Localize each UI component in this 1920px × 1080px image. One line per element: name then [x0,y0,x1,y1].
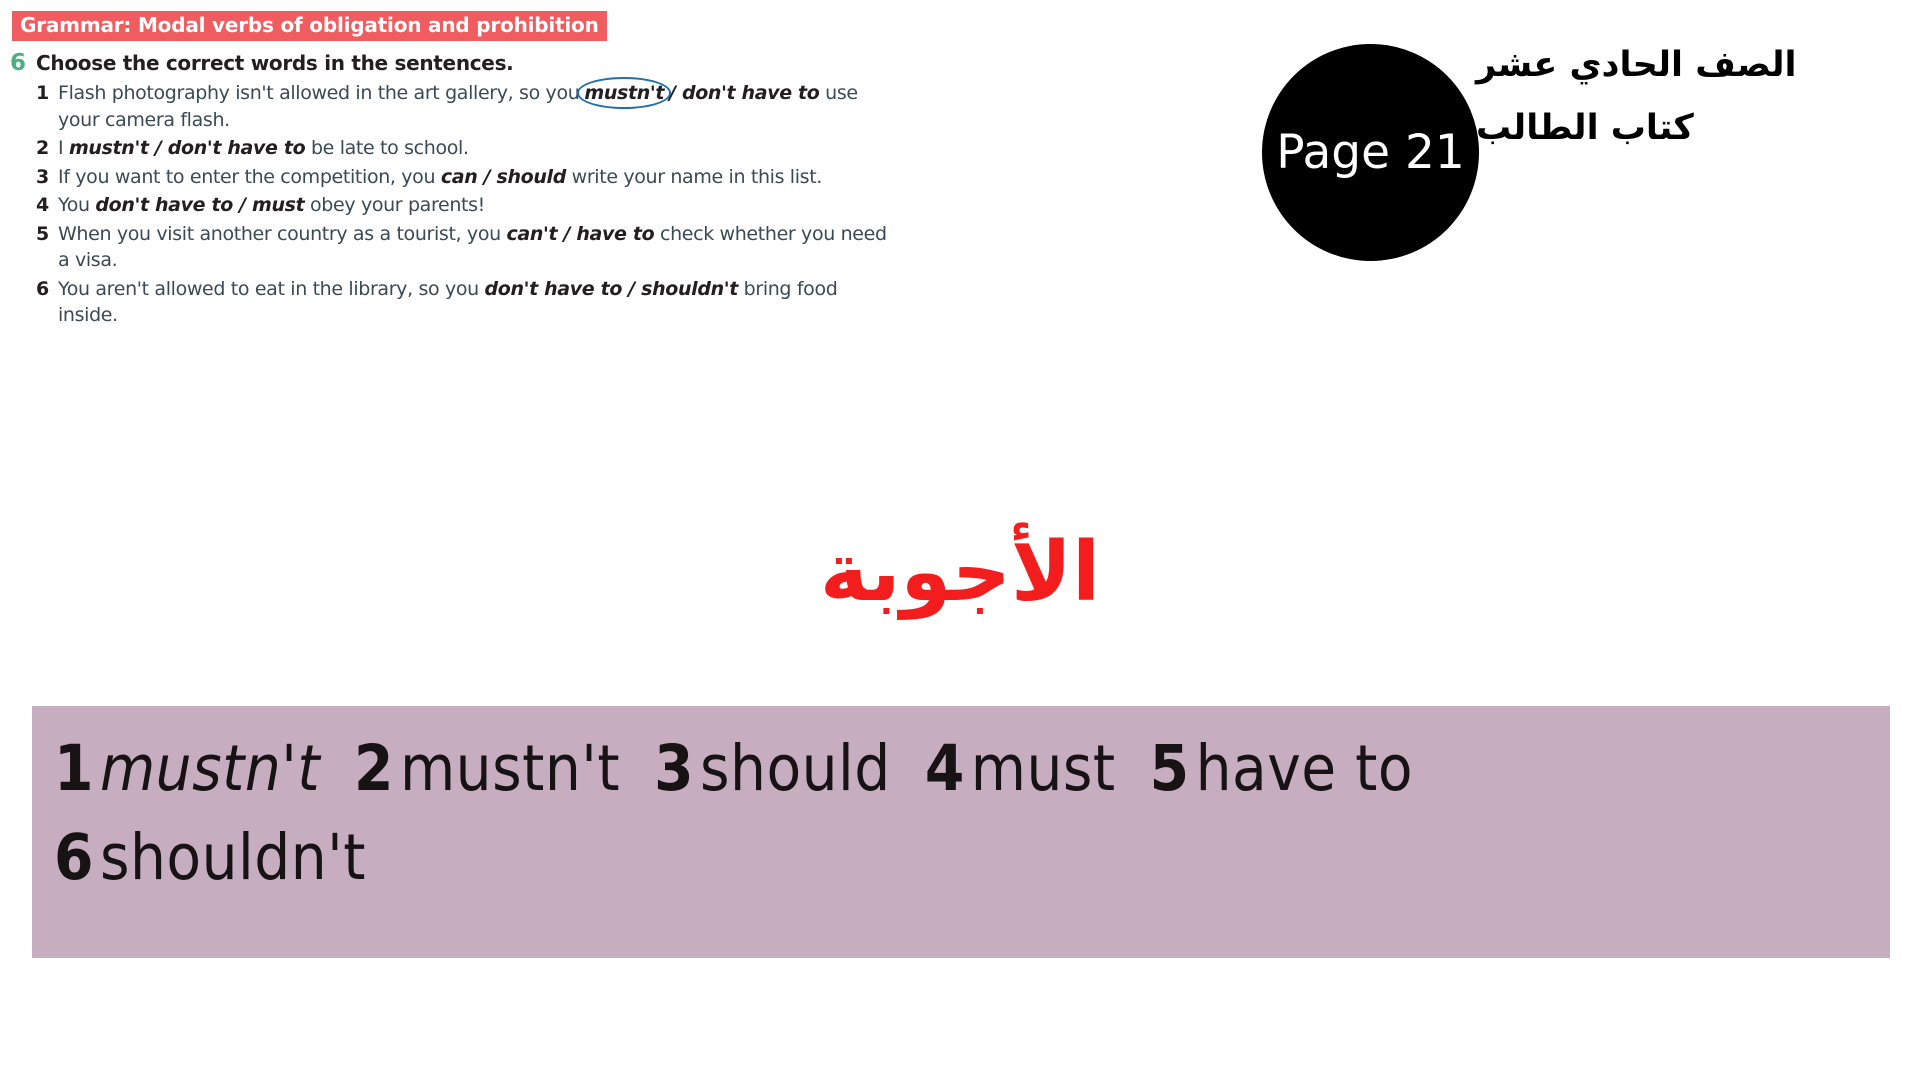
answer-choice-pair[interactable]: mustn't / don't have to [69,137,306,159]
question-item: 1 Flash photography isn't allowed in the … [36,77,896,133]
question-text-segment: I [58,137,69,159]
answer-choice-pair[interactable]: can / should [441,166,566,188]
question-text-segment: You aren't allowed to eat in the library… [58,277,485,300]
question-text: Flash photography isn't allowed in the a… [58,77,896,133]
question-item: 2I mustn't / don't have to be late to sc… [36,135,896,162]
question-text-segment: write your name in this list. [565,165,823,188]
question-text: I mustn't / don't have to be late to sch… [58,135,896,162]
question-text: If you want to enter the competition, yo… [58,164,896,191]
question-number: 1 [36,82,50,104]
question-number: 3 [36,165,50,188]
answer-choice-pair[interactable]: don't have to / shouldn't [485,278,739,300]
question-list: 1 Flash photography isn't allowed in the … [36,77,896,331]
question-number: 2 [36,137,50,159]
question-number: 6 [36,277,50,300]
question-number: 4 [36,194,50,216]
answer-choice-pair[interactable]: can't / have to [506,223,654,245]
answer-number: 4 [924,732,965,805]
answer-value: must [970,732,1116,805]
arabic-grade-label: الصف الحادي عشر [1476,45,1797,85]
page-number-badge: Page 21 [1262,44,1479,261]
answer-line: 6shouldn't [54,813,1868,902]
question-text: You aren't allowed to eat in the library… [58,276,896,329]
question-text-segment: Flash photography isn't allowed in the a… [58,82,580,104]
answer-value: mustn't [399,732,621,805]
grammar-topic-banner: Grammar: Modal verbs of obligation and p… [12,11,607,41]
answer-line: 1mustn't 2mustn't 3should 4must 5have to [54,724,1868,813]
exercise-heading: 6 Choose the correct words in the senten… [10,50,514,76]
question-text: When you visit another country as a tour… [58,221,896,274]
answer-number: 3 [654,732,694,805]
question-number: 5 [36,222,50,245]
page-number-label: Page 21 [1276,125,1465,180]
circled-answer-choice[interactable]: mustn't [577,77,671,108]
answer-value: should [700,732,891,805]
answer-key-box: 1mustn't 2mustn't 3should 4must 5have to 6sho… [32,706,1890,958]
question-item: 5 When you visit another country as a tou… [36,221,896,274]
arabic-header: الصف الحادي عشر كتاب الطالب [1476,42,1896,153]
arabic-book-label: كتاب الطالب [1476,108,1694,149]
question-item: 3 If you want to enter the competition, y… [36,164,896,191]
answer-number: 6 [54,821,94,895]
answer-value: mustn't [99,732,321,805]
question-item: 4 You don't have to / must obey your pare… [36,192,896,219]
exercise-instruction: Choose the correct words in the sentence… [36,51,514,75]
exercise-number: 6 [10,50,27,76]
answer-value: shouldn't [99,821,366,895]
question-text-segment: be late to school. [305,137,469,159]
question-text-segment: When you visit another country as a tour… [58,222,507,245]
answer-number: 1 [54,732,94,805]
question-item: 6 You aren't allowed to eat in the librar… [36,276,896,329]
question-text-segment: If you want to enter the competition, yo… [58,165,441,188]
answer-number: 5 [1149,732,1190,805]
answer-number: 2 [354,732,394,805]
answers-title: الأجوبة [819,525,1101,620]
question-text-segment: obey your parents! [304,194,485,216]
answer-value: have to [1195,732,1414,805]
answer-choice-pair[interactable]: / don't have to [669,82,820,104]
question-text-segment: You [58,194,96,216]
answer-choice-pair[interactable]: don't have to / must [95,194,304,216]
question-text: You don't have to / must obey your paren… [58,192,896,219]
